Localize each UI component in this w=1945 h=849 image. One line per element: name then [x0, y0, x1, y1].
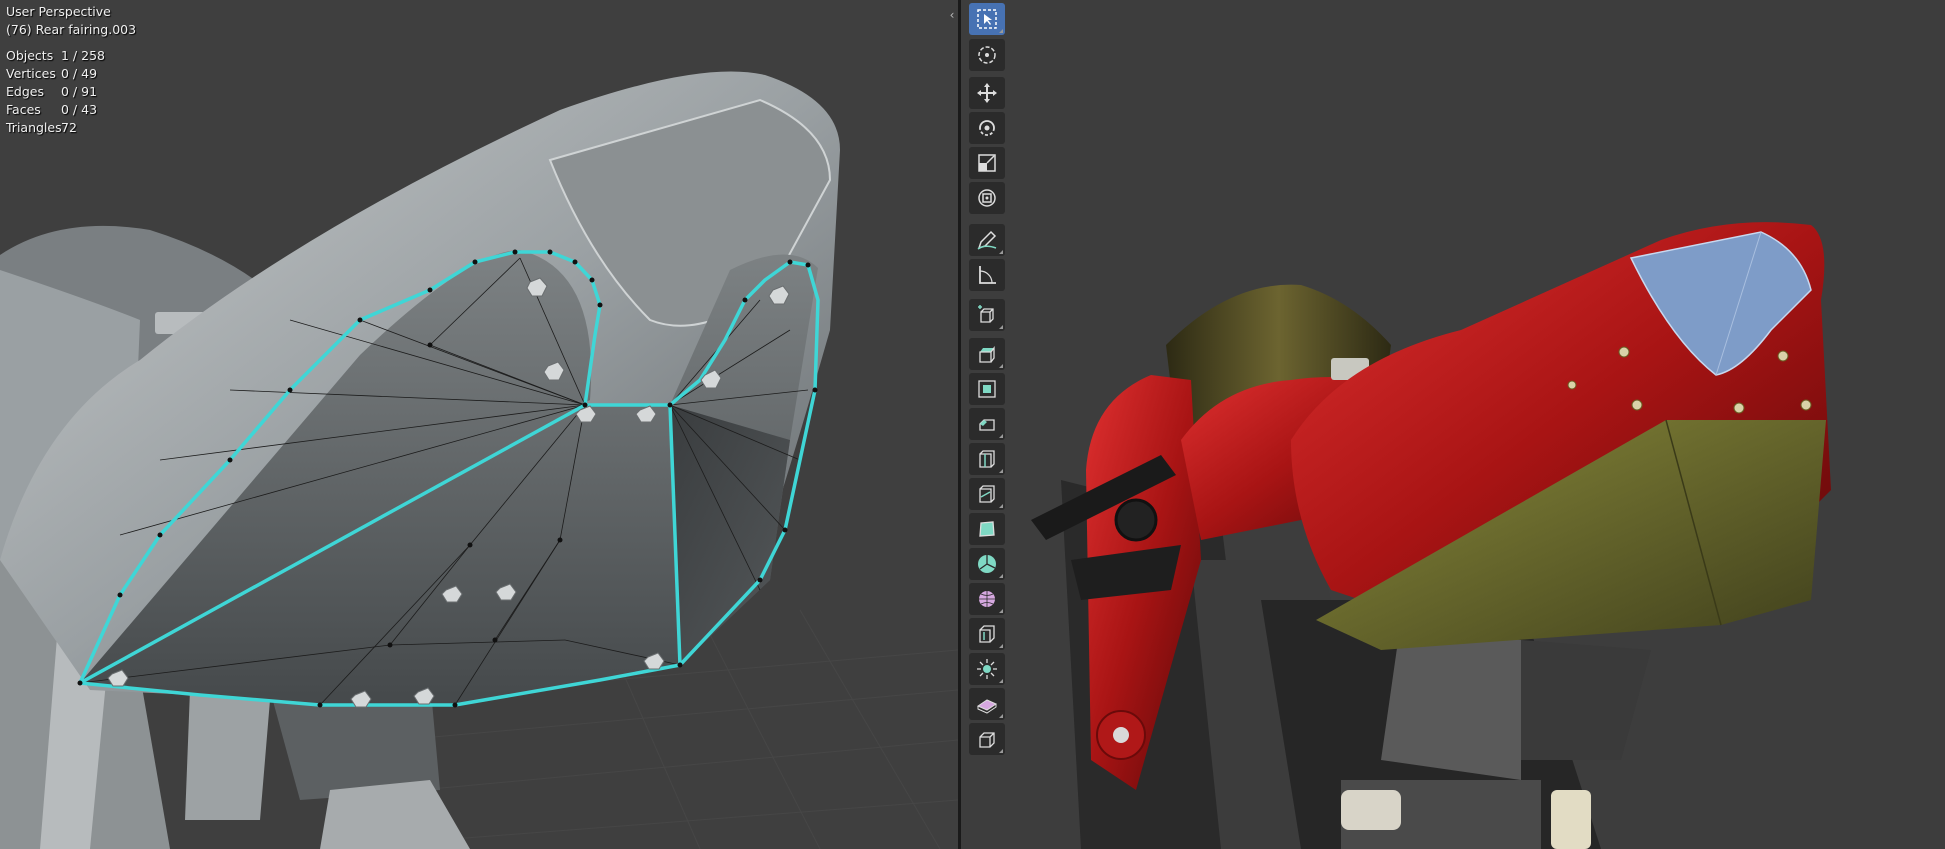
transform-icon	[978, 189, 996, 207]
tool-shrink-fatten[interactable]	[969, 653, 1005, 685]
poly-build-icon	[979, 521, 995, 537]
tool-smooth[interactable]	[969, 583, 1005, 615]
tool-loop-cut[interactable]	[969, 443, 1005, 475]
tool-edge-slide[interactable]	[969, 618, 1005, 650]
inset-faces-icon	[978, 380, 996, 398]
tool-knife[interactable]	[969, 478, 1005, 510]
stat-value: 1 / 258	[61, 48, 105, 63]
tool-rotate[interactable]	[969, 112, 1005, 144]
extrude-region-icon	[979, 346, 995, 363]
rip-region-icon	[979, 732, 995, 748]
collapse-sidebar-icon[interactable]: ‹	[947, 8, 957, 22]
add-cube-icon	[978, 305, 994, 323]
annotate-icon	[977, 230, 997, 250]
stat-label: Faces	[6, 102, 41, 117]
active-object-label: (76) Rear fairing.003	[6, 22, 137, 37]
stat-value: 0 / 49	[61, 66, 98, 81]
mesh-viewport-canvas[interactable]	[0, 0, 958, 849]
tool-spin[interactable]	[969, 548, 1005, 580]
viewport-rendered[interactable]	[961, 0, 1945, 849]
stat-triangles: Triangles 72	[6, 119, 136, 137]
cursor-icon	[978, 46, 996, 64]
bevel-icon	[979, 419, 995, 431]
tool-shelf	[969, 0, 1007, 849]
tool-move[interactable]	[969, 77, 1005, 109]
view-mode-label: User Perspective	[6, 4, 111, 19]
stat-value: 0 / 43	[61, 102, 98, 117]
tool-scale[interactable]	[969, 147, 1005, 179]
tool-measure[interactable]	[969, 259, 1005, 291]
stat-label: Edges	[6, 84, 44, 99]
stat-label: Vertices	[6, 66, 56, 81]
tool-annotate[interactable]	[969, 224, 1005, 256]
viewport-info-overlay: User Perspective (76) Rear fairing.003 O…	[6, 3, 136, 137]
scale-icon	[978, 154, 996, 172]
knife-icon	[979, 485, 995, 503]
stat-edges: Edges 0 / 91	[6, 83, 136, 101]
edge-slide-icon	[979, 625, 995, 643]
stat-value: 72	[61, 120, 77, 135]
instrument-pod	[1114, 498, 1158, 542]
tool-add-cube[interactable]	[969, 299, 1005, 331]
stat-faces: Faces 0 / 43	[6, 101, 136, 119]
tool-rip-region[interactable]	[969, 723, 1005, 755]
move-icon	[977, 83, 997, 103]
measure-icon	[979, 266, 996, 284]
tool-transform[interactable]	[969, 182, 1005, 214]
smooth-icon	[979, 591, 995, 607]
tool-bevel[interactable]	[969, 408, 1005, 440]
exhaust-pipe	[1341, 790, 1401, 830]
tool-shear[interactable]	[969, 688, 1005, 720]
shrink-fatten-icon	[977, 659, 997, 679]
stat-label: Objects	[6, 48, 54, 63]
tool-inset-faces[interactable]	[969, 373, 1005, 405]
statistics-panel: Objects 1 / 258 Vertices 0 / 49 Edges 0 …	[6, 47, 136, 137]
rendered-viewport-canvas[interactable]	[961, 0, 1945, 849]
stat-vertices: Vertices 0 / 49	[6, 65, 136, 83]
tool-select-box[interactable]	[969, 3, 1005, 35]
rotate-icon	[979, 120, 995, 136]
stat-value: 0 / 91	[61, 84, 98, 99]
tool-cursor[interactable]	[969, 39, 1005, 71]
viewport-edit-mode[interactable]: User Perspective (76) Rear fairing.003 O…	[0, 0, 958, 849]
tool-poly-build[interactable]	[969, 513, 1005, 545]
shear-icon	[976, 699, 998, 714]
spin-icon	[978, 555, 996, 573]
select-box-icon	[977, 9, 997, 29]
stat-label: Triangles	[6, 120, 62, 135]
loop-cut-icon	[979, 450, 995, 468]
tool-extrude-region[interactable]	[969, 338, 1005, 370]
stat-objects: Objects 1 / 258	[6, 47, 136, 65]
